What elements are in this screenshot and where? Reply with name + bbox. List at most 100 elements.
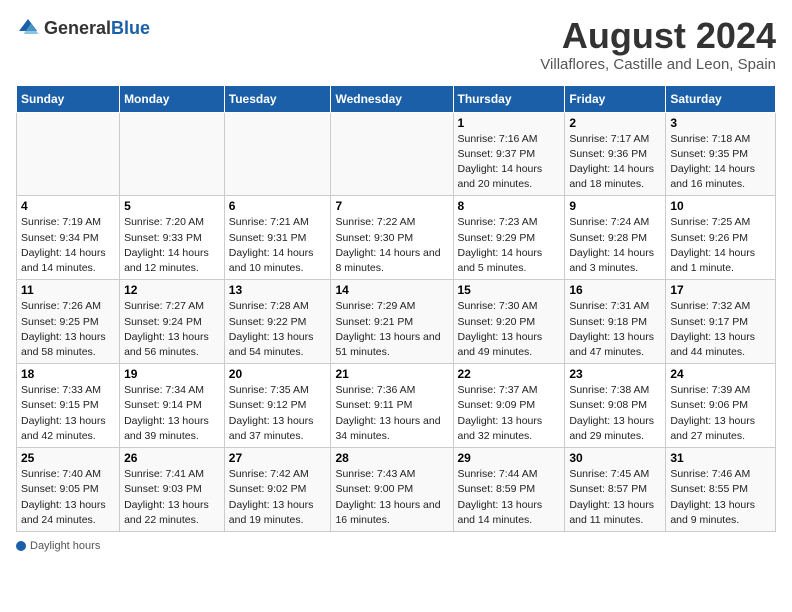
calendar-cell	[331, 112, 453, 196]
day-number: 20	[229, 367, 327, 381]
cell-content: Sunrise: 7:34 AM Sunset: 9:14 PM Dayligh…	[124, 383, 220, 444]
cell-content: Sunrise: 7:27 AM Sunset: 9:24 PM Dayligh…	[124, 299, 220, 360]
day-number: 24	[670, 367, 771, 381]
logo-blue-text: Blue	[111, 18, 150, 38]
day-number: 3	[670, 116, 771, 130]
day-header-monday: Monday	[120, 85, 225, 112]
day-number: 9	[569, 199, 661, 213]
cell-content: Sunrise: 7:24 AM Sunset: 9:28 PM Dayligh…	[569, 215, 661, 276]
calendar-cell: 11Sunrise: 7:26 AM Sunset: 9:25 PM Dayli…	[17, 280, 120, 364]
calendar-cell	[224, 112, 331, 196]
cell-content: Sunrise: 7:26 AM Sunset: 9:25 PM Dayligh…	[21, 299, 115, 360]
week-row-1: 1Sunrise: 7:16 AM Sunset: 9:37 PM Daylig…	[17, 112, 776, 196]
cell-content: Sunrise: 7:33 AM Sunset: 9:15 PM Dayligh…	[21, 383, 115, 444]
cell-content: Sunrise: 7:23 AM Sunset: 9:29 PM Dayligh…	[458, 215, 561, 276]
cell-content: Sunrise: 7:25 AM Sunset: 9:26 PM Dayligh…	[670, 215, 771, 276]
cell-content: Sunrise: 7:22 AM Sunset: 9:30 PM Dayligh…	[335, 215, 448, 276]
calendar-cell: 22 Sunrise: 7:37 AM Sunset: 9:09 PM Dayli…	[453, 364, 565, 448]
calendar-cell: 21Sunrise: 7:36 AM Sunset: 9:11 PM Dayli…	[331, 364, 453, 448]
cell-content: Sunrise: 7:31 AM Sunset: 9:18 PM Dayligh…	[569, 299, 661, 360]
cell-content: Sunrise: 7:38 AM Sunset: 9:08 PM Dayligh…	[569, 383, 661, 444]
cell-content: Sunrise: 7:39 AM Sunset: 9:06 PM Dayligh…	[670, 383, 771, 444]
calendar-cell: 25 Sunrise: 7:40 AM Sunset: 9:05 PM Dayli…	[17, 448, 120, 532]
day-number: 19	[124, 367, 220, 381]
cell-content: Sunrise: 7:16 AM Sunset: 9:37 PM Dayligh…	[458, 132, 561, 193]
calendar-cell: 16 Sunrise: 7:31 AM Sunset: 9:18 PM Dayli…	[565, 280, 666, 364]
day-header-saturday: Saturday	[666, 85, 776, 112]
cell-content: Sunrise: 7:44 AM Sunset: 8:59 PM Dayligh…	[458, 467, 561, 528]
calendar-cell: 31 Sunrise: 7:46 AM Sunset: 8:55 PM Dayli…	[666, 448, 776, 532]
week-row-5: 25 Sunrise: 7:40 AM Sunset: 9:05 PM Dayli…	[17, 448, 776, 532]
cell-content: Sunrise: 7:29 AM Sunset: 9:21 PM Dayligh…	[335, 299, 448, 360]
calendar-cell	[17, 112, 120, 196]
day-number: 2	[569, 116, 661, 130]
cell-content: Sunrise: 7:21 AM Sunset: 9:31 PM Dayligh…	[229, 215, 327, 276]
calendar-cell: 5 Sunrise: 7:20 AM Sunset: 9:33 PM Daylig…	[120, 196, 225, 280]
week-row-4: 18Sunrise: 7:33 AM Sunset: 9:15 PM Dayli…	[17, 364, 776, 448]
day-number: 6	[229, 199, 327, 213]
week-row-2: 4Sunrise: 7:19 AM Sunset: 9:34 PM Daylig…	[17, 196, 776, 280]
calendar-cell: 4Sunrise: 7:19 AM Sunset: 9:34 PM Daylig…	[17, 196, 120, 280]
day-header-wednesday: Wednesday	[331, 85, 453, 112]
day-number: 8	[458, 199, 561, 213]
day-number: 5	[124, 199, 220, 213]
calendar-cell: 28Sunrise: 7:43 AM Sunset: 9:00 PM Dayli…	[331, 448, 453, 532]
calendar-cell: 15 Sunrise: 7:30 AM Sunset: 9:20 PM Dayli…	[453, 280, 565, 364]
day-header-friday: Friday	[565, 85, 666, 112]
cell-content: Sunrise: 7:20 AM Sunset: 9:33 PM Dayligh…	[124, 215, 220, 276]
calendar-cell: 6 Sunrise: 7:21 AM Sunset: 9:31 PM Daylig…	[224, 196, 331, 280]
calendar-cell: 19 Sunrise: 7:34 AM Sunset: 9:14 PM Dayli…	[120, 364, 225, 448]
subtitle: Villaflores, Castille and Leon, Spain	[540, 56, 776, 73]
logo-general-text: General	[44, 18, 111, 38]
cell-content: Sunrise: 7:35 AM Sunset: 9:12 PM Dayligh…	[229, 383, 327, 444]
title-block: August 2024 Villaflores, Castille and Le…	[540, 16, 776, 73]
logo: GeneralBlue	[16, 16, 150, 40]
cell-content: Sunrise: 7:18 AM Sunset: 9:35 PM Dayligh…	[670, 132, 771, 193]
cell-content: Sunrise: 7:37 AM Sunset: 9:09 PM Dayligh…	[458, 383, 561, 444]
calendar-cell: 18Sunrise: 7:33 AM Sunset: 9:15 PM Dayli…	[17, 364, 120, 448]
calendar-cell	[120, 112, 225, 196]
day-header-tuesday: Tuesday	[224, 85, 331, 112]
day-number: 14	[335, 283, 448, 297]
cell-content: Sunrise: 7:42 AM Sunset: 9:02 PM Dayligh…	[229, 467, 327, 528]
day-number: 25	[21, 451, 115, 465]
day-number: 7	[335, 199, 448, 213]
calendar-cell: 20 Sunrise: 7:35 AM Sunset: 9:12 PM Dayli…	[224, 364, 331, 448]
day-header-sunday: Sunday	[17, 85, 120, 112]
calendar-cell: 23 Sunrise: 7:38 AM Sunset: 9:08 PM Dayli…	[565, 364, 666, 448]
footer-label: Daylight hours	[30, 540, 100, 552]
calendar-cell: 14 Sunrise: 7:29 AM Sunset: 9:21 PM Dayli…	[331, 280, 453, 364]
calendar-cell: 7 Sunrise: 7:22 AM Sunset: 9:30 PM Daylig…	[331, 196, 453, 280]
main-title: August 2024	[540, 16, 776, 56]
calendar-cell: 1Sunrise: 7:16 AM Sunset: 9:37 PM Daylig…	[453, 112, 565, 196]
day-number: 12	[124, 283, 220, 297]
calendar-cell: 9 Sunrise: 7:24 AM Sunset: 9:28 PM Daylig…	[565, 196, 666, 280]
day-number: 31	[670, 451, 771, 465]
cell-content: Sunrise: 7:19 AM Sunset: 9:34 PM Dayligh…	[21, 215, 115, 276]
calendar-cell: 17Sunrise: 7:32 AM Sunset: 9:17 PM Dayli…	[666, 280, 776, 364]
calendar-cell: 10 Sunrise: 7:25 AM Sunset: 9:26 PM Dayli…	[666, 196, 776, 280]
cell-content: Sunrise: 7:28 AM Sunset: 9:22 PM Dayligh…	[229, 299, 327, 360]
day-number: 15	[458, 283, 561, 297]
day-number: 28	[335, 451, 448, 465]
day-number: 22	[458, 367, 561, 381]
cell-content: Sunrise: 7:36 AM Sunset: 9:11 PM Dayligh…	[335, 383, 448, 444]
day-number: 16	[569, 283, 661, 297]
day-number: 17	[670, 283, 771, 297]
day-number: 27	[229, 451, 327, 465]
calendar-cell: 26Sunrise: 7:41 AM Sunset: 9:03 PM Dayli…	[120, 448, 225, 532]
calendar-cell: 30 Sunrise: 7:45 AM Sunset: 8:57 PM Dayli…	[565, 448, 666, 532]
cell-content: Sunrise: 7:45 AM Sunset: 8:57 PM Dayligh…	[569, 467, 661, 528]
calendar-cell: 12 Sunrise: 7:27 AM Sunset: 9:24 PM Dayli…	[120, 280, 225, 364]
day-number: 26	[124, 451, 220, 465]
cell-content: Sunrise: 7:40 AM Sunset: 9:05 PM Dayligh…	[21, 467, 115, 528]
calendar-table: SundayMondayTuesdayWednesdayThursdayFrid…	[16, 85, 776, 532]
day-number: 30	[569, 451, 661, 465]
cell-content: Sunrise: 7:46 AM Sunset: 8:55 PM Dayligh…	[670, 467, 771, 528]
calendar-cell: 8 Sunrise: 7:23 AM Sunset: 9:29 PM Daylig…	[453, 196, 565, 280]
day-number: 23	[569, 367, 661, 381]
cell-content: Sunrise: 7:30 AM Sunset: 9:20 PM Dayligh…	[458, 299, 561, 360]
calendar-cell: 29Sunrise: 7:44 AM Sunset: 8:59 PM Dayli…	[453, 448, 565, 532]
footer-dot	[16, 541, 26, 551]
day-number: 10	[670, 199, 771, 213]
